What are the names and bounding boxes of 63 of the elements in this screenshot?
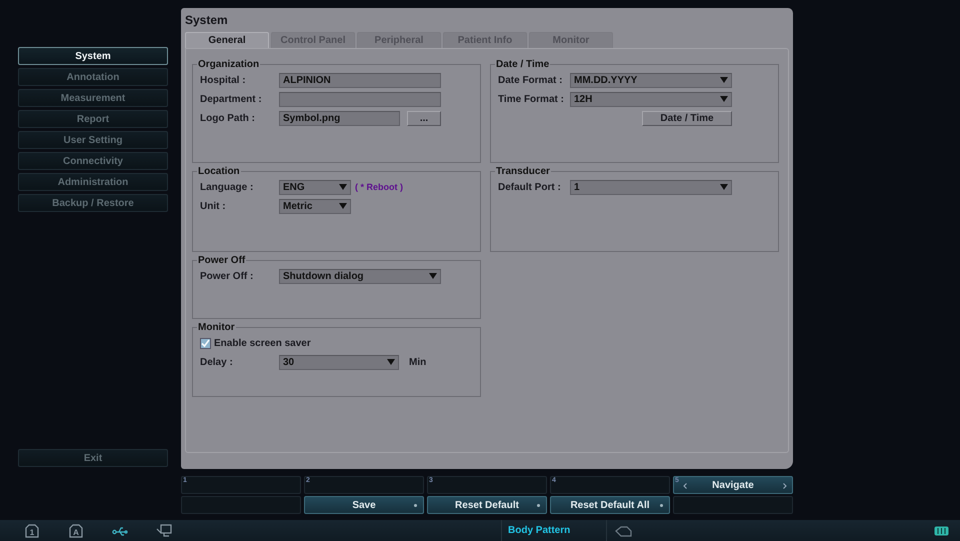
caret-icon: [720, 96, 728, 102]
group-title: Date / Time: [495, 59, 550, 70]
card-slot-icon[interactable]: 1: [24, 524, 40, 538]
chevron-left-icon: [683, 483, 687, 489]
field-label: Date Format :: [498, 74, 564, 86]
dropdown[interactable]: 1: [570, 180, 732, 194]
field-label: Power Off :: [200, 270, 254, 282]
field-label: Language :: [200, 182, 254, 192]
softkey[interactable]: Save: [304, 496, 424, 514]
field-label: Time Format :: [498, 94, 565, 104]
sidebar-item[interactable]: Backup / Restore: [18, 194, 168, 212]
checkbox[interactable]: [200, 338, 211, 348]
sidebar-item[interactable]: Connectivity: [18, 152, 168, 170]
text-field[interactable]: [279, 92, 441, 106]
tab[interactable]: General: [185, 32, 269, 48]
chevron-right-icon: [783, 483, 787, 489]
softkey[interactable]: Reset Default: [427, 496, 547, 514]
reboot-note: ( * Reboot ): [355, 182, 403, 192]
dot-icon: [660, 504, 663, 507]
caret-icon: [429, 273, 437, 279]
sidebar-item[interactable]: User Setting: [18, 131, 168, 149]
field-label: Default Port :: [498, 182, 562, 192]
caret-icon: [387, 359, 395, 365]
exit-button[interactable]: Exit: [18, 449, 168, 467]
group-title: Location: [197, 166, 241, 177]
dropdown[interactable]: 12H: [570, 92, 732, 106]
group-title: Organization: [197, 59, 260, 70]
sidebar-item[interactable]: Measurement: [18, 89, 168, 107]
dropdown[interactable]: 30: [279, 354, 399, 370]
field-label: Unit :: [200, 200, 227, 212]
unit-label: Min: [409, 356, 426, 368]
sidebar-item[interactable]: System: [18, 47, 168, 65]
date-time-button[interactable]: Date / Time: [642, 110, 732, 126]
panel-title: System: [185, 12, 229, 29]
checkbox-label: Enable screen saver: [214, 338, 311, 348]
sidebar-item[interactable]: Administration: [18, 173, 168, 191]
caret-icon: [339, 203, 347, 209]
field-label: Delay :: [200, 356, 234, 368]
dot-icon: [537, 504, 540, 507]
dropdown[interactable]: Shutdown dialog: [279, 268, 441, 284]
group-title: Transducer: [495, 166, 551, 177]
caret-icon: [720, 77, 728, 83]
dropdown[interactable]: Metric: [279, 198, 351, 214]
group-title: Power Off: [197, 255, 246, 266]
caret-icon: [720, 184, 728, 190]
card-slot-icon[interactable]: A: [68, 524, 84, 538]
dropdown[interactable]: ENG: [279, 180, 351, 194]
field-label: Department :: [200, 94, 263, 104]
field-label: Logo Path :: [200, 112, 256, 124]
dot-icon: [414, 504, 417, 507]
field-label: Hospital :: [200, 74, 247, 86]
group-title: Monitor: [197, 322, 236, 333]
sidebar-item[interactable]: Annotation: [18, 68, 168, 86]
text-field[interactable]: Symbol.png: [279, 110, 400, 126]
dropdown[interactable]: MM.DD.YYYY: [570, 72, 732, 88]
sidebar-item[interactable]: Report: [18, 110, 168, 128]
battery-icon: [934, 526, 950, 536]
monitor-icon[interactable]: [156, 524, 172, 538]
mode-label: Body Pattern: [501, 520, 607, 541]
softkey[interactable]: Reset Default All: [550, 496, 670, 514]
text-field[interactable]: ALPINION: [279, 72, 441, 88]
browse-button[interactable]: ...: [407, 110, 441, 126]
caret-icon: [339, 184, 347, 190]
